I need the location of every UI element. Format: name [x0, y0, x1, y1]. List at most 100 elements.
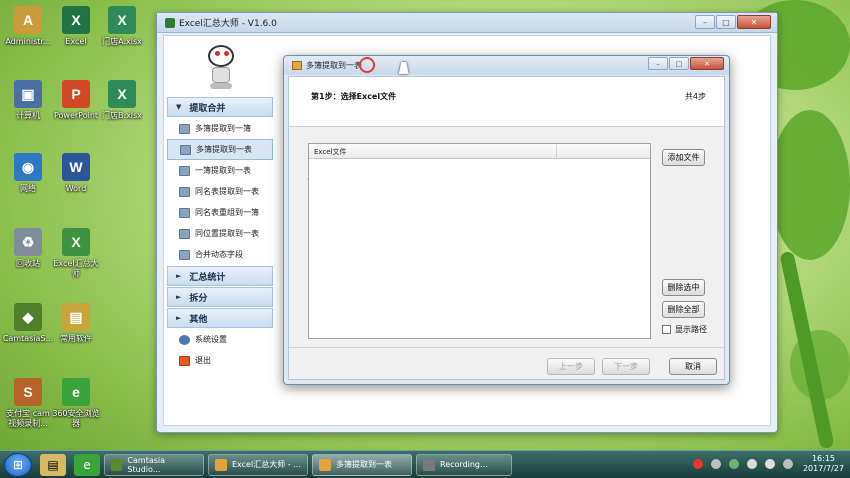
task-app-icon	[423, 458, 435, 471]
footer-divider	[289, 347, 724, 348]
task-app-icon	[111, 458, 123, 471]
delete-selected-button[interactable]: 删除选中	[662, 279, 705, 296]
sidebar-item-same-position[interactable]: 同位置提取到一表	[167, 223, 273, 244]
add-file-button[interactable]: 添加文件	[662, 149, 705, 166]
desktop-icon-label: PowerPoint	[53, 111, 99, 120]
folder-icon: ▤	[62, 303, 90, 331]
desktop-icon-label: 360安全浏览器	[52, 409, 100, 428]
click-highlight	[359, 57, 375, 73]
taskbar-task[interactable]: Excel汇总大师 - ...	[208, 453, 308, 476]
browser-icon: e	[62, 378, 90, 406]
dialog-maximize-button[interactable]: □	[669, 57, 689, 70]
dialog-title: 多簿提取到一表	[306, 61, 362, 70]
excel-icon: X	[62, 6, 90, 34]
triangle-right-icon: ►	[176, 314, 182, 322]
excel-file-icon: X	[108, 6, 136, 34]
wizard-dialog: 多簿提取到一表 – □ ✕ 第1步：选择Excel文件 共4步 可选择 .xls…	[283, 55, 730, 385]
taskbar-task[interactable]: 多簿提取到一表	[312, 453, 412, 476]
desktop-icon[interactable]: ◆ CamtasiaS...	[2, 303, 54, 344]
desktop-icon[interactable]: S 支付宝 cam 视频录制...	[2, 378, 54, 429]
main-window-titlebar[interactable]: Excel汇总大师 - V1.6.0	[157, 13, 777, 33]
sidebar-item-same-name-to-book[interactable]: 同名表重组到一簿	[167, 202, 273, 223]
network-tray-icon[interactable]	[764, 459, 775, 469]
delete-all-button[interactable]: 删除全部	[662, 301, 705, 318]
checkbox-box[interactable]	[662, 325, 671, 334]
desktop-icon-label: 门店A.xlsx	[102, 37, 142, 46]
task-app-icon	[215, 458, 227, 471]
table-icon	[179, 186, 190, 197]
maximize-button[interactable]: □	[716, 15, 736, 29]
desktop-icon[interactable]: ▤ 常用软件	[50, 303, 102, 344]
desktop-icon[interactable]: ♻ 回收站	[2, 228, 54, 269]
taskbar-task[interactable]: Camtasia Studio...	[104, 453, 204, 476]
excel-file-icon: X	[108, 80, 136, 108]
desktop-icon[interactable]: ▣ 计算机	[2, 80, 54, 121]
tray-shield-icon[interactable]	[728, 459, 739, 469]
column-excel-file[interactable]: Excel文件	[309, 144, 557, 158]
table-icon	[179, 165, 190, 176]
sidebar-section-extract[interactable]: ▼ 提取合并	[167, 97, 273, 117]
dialog-close-button[interactable]: ✕	[690, 57, 724, 70]
cancel-button[interactable]: 取消	[669, 358, 717, 375]
sidebar-item-settings[interactable]: 系统设置	[167, 329, 273, 350]
desktop-icon-label: Excel	[65, 37, 87, 46]
sidebar-item-multi-book-to-book[interactable]: 多簿提取到一簿	[167, 118, 273, 139]
triangle-down-icon: ▼	[176, 103, 182, 111]
sidebar-item-exit[interactable]: 退出	[167, 350, 273, 371]
powerpoint-icon: P	[62, 80, 90, 108]
taskbar-tasks: Camtasia Studio... Excel汇总大师 - ... 多簿提取到一表…	[100, 453, 512, 476]
desktop-icon[interactable]: W Word	[50, 153, 102, 194]
desktop-icon-label: 回收站	[16, 259, 40, 268]
explorer-icon[interactable]: ▤	[40, 453, 66, 476]
prev-step-button[interactable]: 上一步	[547, 358, 595, 375]
desktop-icon[interactable]: P PowerPoint	[50, 80, 102, 121]
word-icon: W	[62, 153, 90, 181]
table-icon	[179, 123, 190, 134]
step-title: 第1步：选择Excel文件	[311, 92, 397, 101]
dialog-minimize-button[interactable]: –	[648, 57, 668, 70]
main-window-title: Excel汇总大师 - V1.6.0	[179, 19, 277, 29]
sidebar-item-merge-dynamic[interactable]: 合并动态字段	[167, 244, 273, 265]
show-path-checkbox[interactable]: 显示路径	[662, 324, 707, 335]
tray-app-icon[interactable]	[710, 459, 721, 469]
desktop-icon[interactable]: X Excel	[50, 6, 102, 47]
excel-file-list[interactable]: Excel文件	[308, 143, 651, 339]
next-step-button[interactable]: 下一步	[602, 358, 650, 375]
taskbar-task[interactable]: Recording...	[416, 453, 512, 476]
clock[interactable]: 16:15 2017/7/27	[803, 454, 844, 474]
file-list-header: Excel文件	[309, 144, 650, 159]
browser-taskbar-icon[interactable]: e	[74, 453, 100, 476]
sogou-icon[interactable]	[692, 459, 703, 469]
exit-icon	[179, 355, 190, 366]
clock-date: 2017/7/27	[802, 464, 844, 473]
desktop-icon-label: 计算机	[16, 111, 40, 120]
sidebar-item-same-name-to-sheet[interactable]: 同名表提取到一表	[167, 181, 273, 202]
desktop-icon[interactable]: ◉ 网络	[2, 153, 54, 194]
system-tray: 16:15 2017/7/27	[689, 454, 844, 474]
table-icon	[179, 249, 190, 260]
desktop-icon-label: 门店B.xlsx	[102, 111, 142, 120]
sidebar-item-multi-book-to-sheet[interactable]: 多簿提取到一表	[167, 139, 273, 160]
network-icon: ◉	[14, 153, 42, 181]
minimize-button[interactable]: –	[695, 15, 715, 29]
sidebar-item-one-book-to-sheet[interactable]: 一簿提取到一表	[167, 160, 273, 181]
dialog-controls: – □ ✕	[648, 57, 724, 70]
table-icon	[179, 228, 190, 239]
sidebar-section-summary[interactable]: ► 汇总统计	[167, 266, 273, 286]
sidebar-section-other[interactable]: ► 其他	[167, 308, 273, 328]
sidebar-section-split[interactable]: ► 拆分	[167, 287, 273, 307]
flag-icon[interactable]	[782, 459, 793, 469]
desktop-icon-label: 常用软件	[60, 334, 92, 343]
user-folder-icon: A	[14, 6, 42, 34]
desktop-icon-label: 网络	[20, 184, 36, 193]
desktop-icon[interactable]: X Excel汇总大师	[50, 228, 102, 279]
sidebar: ▼ 提取合并 多簿提取到一簿 多簿提取到一表 一簿提取到一表 同名表提取到一表 同名表重…	[167, 43, 273, 423]
desktop-icon[interactable]: X 门店B.xlsx	[96, 80, 148, 121]
close-button[interactable]: ✕	[737, 15, 771, 29]
main-window-controls: – □ ✕	[695, 15, 771, 29]
start-button[interactable]: ⊞	[4, 452, 32, 477]
volume-icon[interactable]	[746, 459, 757, 469]
desktop-icon[interactable]: X 门店A.xlsx	[96, 6, 148, 47]
desktop-icon[interactable]: e 360安全浏览器	[50, 378, 102, 429]
desktop-icon[interactable]: A Administr...	[2, 6, 54, 47]
